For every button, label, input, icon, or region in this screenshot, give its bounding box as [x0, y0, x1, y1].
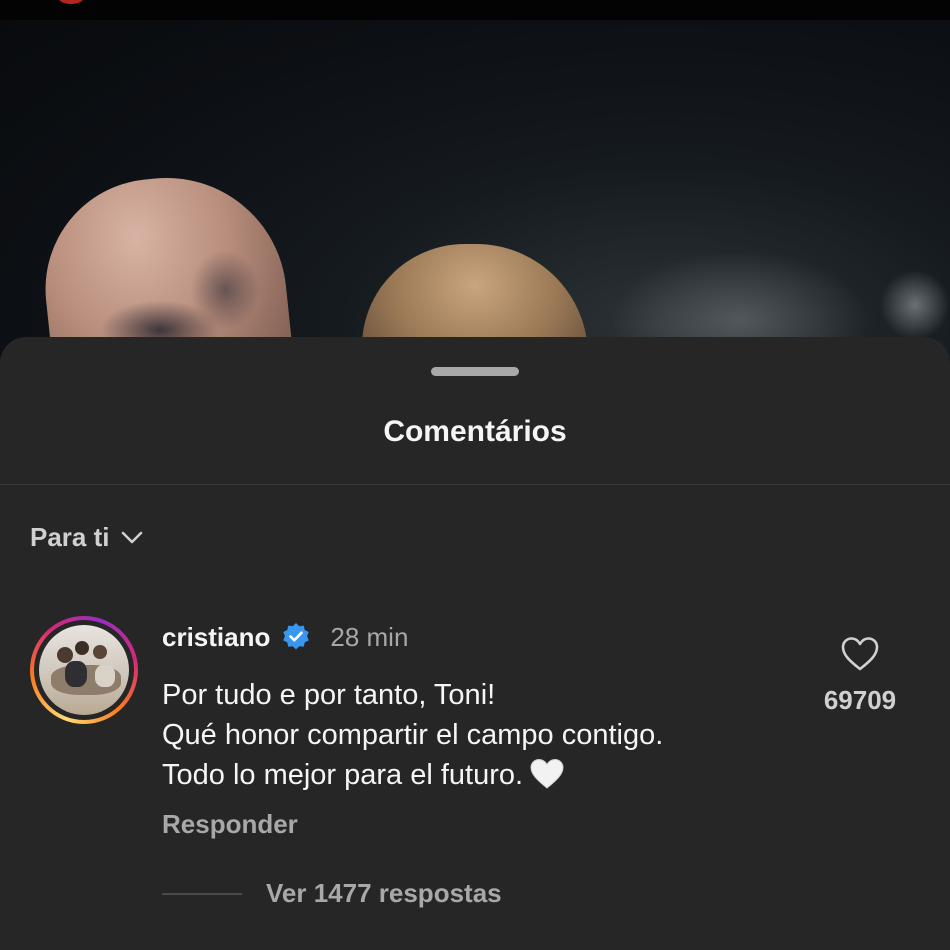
avatar-image	[39, 625, 129, 715]
comments-sheet: Comentários Para ti cristiano 28 min Por…	[0, 337, 950, 950]
photo-stadium-light	[880, 270, 950, 340]
post-background-photo	[0, 0, 950, 360]
comment-username[interactable]: cristiano	[162, 622, 270, 653]
sheet-title: Comentários	[383, 415, 567, 448]
white-heart-emoji	[529, 758, 565, 801]
comment-line: Qué honor compartir el campo contigo.	[162, 719, 664, 751]
sort-dropdown[interactable]: Para ti	[30, 522, 144, 553]
comment-text: Por tudo e por tanto, Toni! Qué honor co…	[162, 675, 802, 801]
like-count: 69709	[823, 685, 897, 715]
view-replies-label: Ver 1477 respostas	[266, 878, 502, 908]
comment-time: 28 min	[330, 621, 409, 652]
verified-badge-icon	[280, 621, 312, 653]
heart-outline-icon[interactable]	[840, 636, 880, 672]
header-divider	[0, 484, 950, 485]
sort-label: Para ti	[30, 522, 110, 552]
view-replies-button[interactable]: Ver 1477 respostas	[162, 878, 502, 909]
avatar[interactable]	[30, 616, 138, 724]
comment-line: Por tudo e por tanto, Toni!	[162, 679, 496, 711]
sheet-drag-handle[interactable]	[431, 367, 519, 376]
status-bar	[0, 0, 950, 20]
comment-line-text: Todo lo mejor para el futuro.	[162, 759, 524, 791]
chevron-down-icon	[120, 530, 144, 546]
comment-header: cristiano 28 min	[162, 621, 408, 653]
replies-divider-line	[162, 892, 242, 895]
comment-line: Todo lo mejor para el futuro.	[162, 755, 802, 801]
reply-button[interactable]: Responder	[162, 809, 298, 840]
